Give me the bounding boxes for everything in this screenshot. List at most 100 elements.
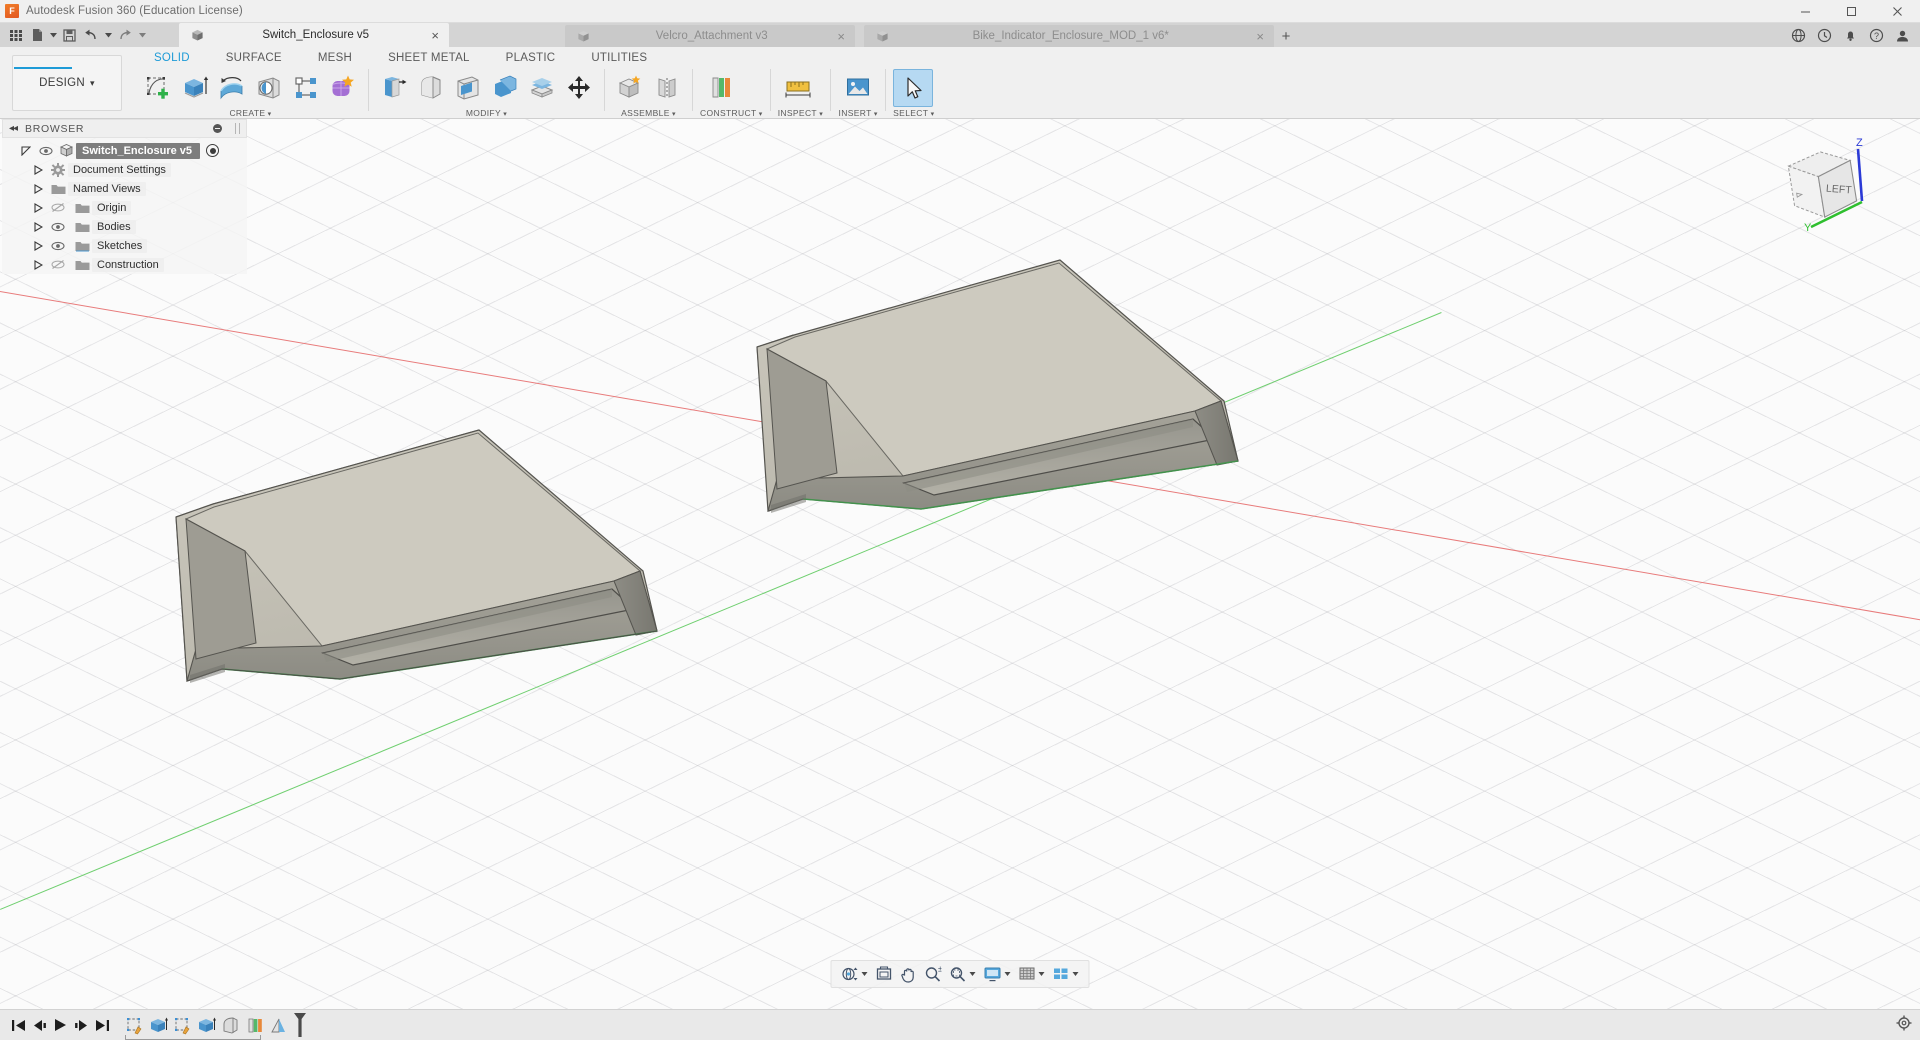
hole-tool[interactable] (251, 69, 287, 107)
expander-collapsed-icon[interactable] (28, 241, 48, 251)
timeline-start-button[interactable] (8, 1013, 29, 1037)
app-grid-icon[interactable] (6, 24, 26, 46)
document-tab-bike-indicator-enclosure[interactable]: Bike_Indicator_Enclosure_MOD_1 v6* × (864, 25, 1274, 47)
help-globe-icon[interactable] (1786, 23, 1810, 47)
timeline-end-button[interactable] (92, 1013, 113, 1037)
close-icon[interactable]: × (837, 30, 845, 43)
orbit-tool[interactable] (839, 962, 871, 986)
revolve-tool[interactable] (214, 69, 250, 107)
timeline-feature-extrude-1[interactable] (147, 1015, 169, 1036)
bell-icon[interactable] (1838, 23, 1862, 47)
user-account-icon[interactable] (1890, 23, 1914, 47)
new-file-caret-icon[interactable] (49, 33, 58, 38)
measure-tool[interactable] (778, 69, 818, 107)
tab-solid[interactable]: SOLID (136, 48, 208, 68)
tree-item-switch-enclosure[interactable]: Switch_Enclosure v5 (2, 141, 247, 160)
create-sketch-tool[interactable] (140, 69, 176, 107)
new-file-icon[interactable] (28, 24, 47, 46)
timeline-feature-draft[interactable] (267, 1015, 289, 1036)
expander-collapsed-icon[interactable] (28, 184, 48, 194)
chevron-down-icon[interactable] (1005, 972, 1011, 976)
visibility-eye-icon[interactable] (36, 146, 56, 156)
timeline-feature-extrude-2[interactable] (195, 1015, 217, 1036)
timeline-feature-sketch-1[interactable] (123, 1015, 145, 1036)
tree-item-origin[interactable]: Origin (2, 198, 247, 217)
undo-caret-icon[interactable] (104, 33, 113, 38)
undo-icon[interactable] (81, 24, 102, 46)
timeline-step-forward-button[interactable] (71, 1013, 92, 1037)
insert-mcmaster-tool[interactable] (838, 69, 878, 107)
question-mark-icon[interactable]: ? (1864, 23, 1888, 47)
timeline-feature-sketch-2[interactable] (171, 1015, 193, 1036)
new-document-tab-button[interactable]: + (1275, 25, 1297, 47)
save-icon[interactable] (60, 24, 79, 46)
display-settings[interactable] (981, 962, 1014, 986)
extrude-tool[interactable] (177, 69, 213, 107)
fillet-tool[interactable] (413, 69, 449, 107)
move-copy-tool[interactable] (561, 69, 597, 107)
visibility-eye-icon[interactable] (48, 222, 68, 232)
shell-tool[interactable] (450, 69, 486, 107)
offset-face-tool[interactable] (524, 69, 560, 107)
viewport-canvas[interactable]: ◂◂ BROWSER (0, 119, 1920, 1040)
minimize-icon[interactable] (1782, 0, 1828, 23)
new-component-tool[interactable] (612, 69, 648, 107)
pattern-tool[interactable] (288, 69, 324, 107)
expander-collapsed-icon[interactable] (28, 222, 48, 232)
document-tab-switch-enclosure[interactable]: Switch_Enclosure v5 × (179, 23, 449, 47)
chevron-down-icon[interactable] (862, 972, 868, 976)
panel-options-icon[interactable] (213, 124, 222, 133)
tree-item-sketches[interactable]: Sketches (2, 236, 247, 255)
chevron-down-icon[interactable] (1073, 972, 1079, 976)
close-icon[interactable]: × (1256, 30, 1264, 43)
close-icon[interactable]: × (431, 29, 439, 42)
tree-item-named-views[interactable]: Named Views (2, 179, 247, 198)
select-tool[interactable] (893, 69, 933, 107)
tab-plastic[interactable]: PLASTIC (488, 48, 574, 68)
tree-item-construction[interactable]: Construction (2, 255, 247, 274)
maximize-icon[interactable] (1828, 0, 1874, 23)
workspace-selector[interactable]: DESIGN ▾ (12, 55, 122, 111)
tab-utilities[interactable]: UTILITIES (573, 48, 665, 68)
visibility-hidden-eye-icon[interactable] (48, 259, 68, 270)
offset-plane-tool[interactable] (700, 69, 740, 107)
viewports[interactable] (1050, 962, 1082, 986)
close-icon[interactable] (1874, 0, 1920, 23)
grid-snaps[interactable] (1016, 962, 1048, 986)
visibility-hidden-eye-icon[interactable] (48, 202, 68, 213)
redo-icon[interactable] (115, 24, 136, 46)
activate-component-radio[interactable] (206, 144, 219, 157)
expander-collapsed-icon[interactable] (28, 165, 48, 175)
look-at-tool[interactable] (873, 962, 896, 986)
tree-item-document-settings[interactable]: Document Settings (2, 160, 247, 179)
job-status-icon[interactable] (1812, 23, 1836, 47)
expander-collapsed-icon[interactable] (28, 203, 48, 213)
press-pull-tool[interactable] (376, 69, 412, 107)
pan-tool[interactable] (898, 962, 920, 986)
timeline-settings-gear-icon[interactable] (1896, 1015, 1912, 1036)
tree-item-bodies[interactable]: Bodies (2, 217, 247, 236)
tab-mesh[interactable]: MESH (300, 48, 370, 68)
view-cube[interactable]: LEFT Z Y (1768, 135, 1878, 240)
visibility-eye-icon[interactable] (48, 241, 68, 251)
draft-tool[interactable] (487, 69, 523, 107)
joint-tool[interactable] (649, 69, 685, 107)
redo-caret-icon[interactable] (138, 33, 147, 38)
chevron-down-icon[interactable] (970, 972, 976, 976)
timeline-step-back-button[interactable] (29, 1013, 50, 1037)
collapse-left-icon[interactable]: ◂◂ (9, 123, 17, 134)
panel-resize-grip[interactable] (235, 123, 240, 134)
chevron-down-icon[interactable] (1039, 972, 1045, 976)
tab-sheet-metal[interactable]: SHEET METAL (370, 48, 488, 68)
expander-collapsed-icon[interactable] (28, 260, 48, 270)
form-tool[interactable] (325, 69, 361, 107)
timeline-feature-shell[interactable] (243, 1015, 265, 1036)
timeline-play-button[interactable] (50, 1013, 71, 1037)
zoom-tool[interactable]: ± (922, 962, 945, 986)
timeline-marker-icon[interactable] (293, 1012, 307, 1038)
document-tab-velcro-attachment[interactable]: Velcro_Attachment v3 × (565, 25, 855, 47)
tab-surface[interactable]: SURFACE (208, 48, 300, 68)
expander-expanded-icon[interactable] (16, 146, 36, 156)
timeline-feature-fillet[interactable] (219, 1015, 241, 1036)
fit-tool[interactable] (947, 962, 979, 986)
